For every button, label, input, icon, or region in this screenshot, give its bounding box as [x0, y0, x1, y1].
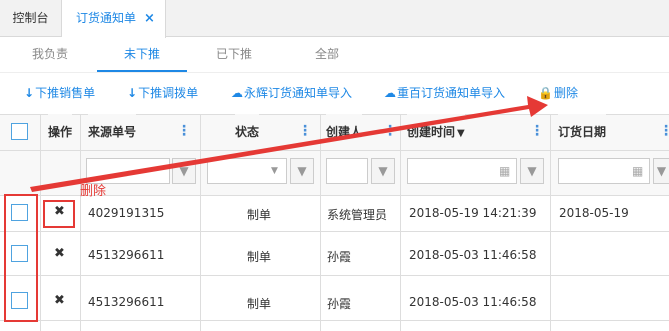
annotation-arrow	[30, 96, 548, 192]
arrow-icon	[30, 96, 548, 192]
